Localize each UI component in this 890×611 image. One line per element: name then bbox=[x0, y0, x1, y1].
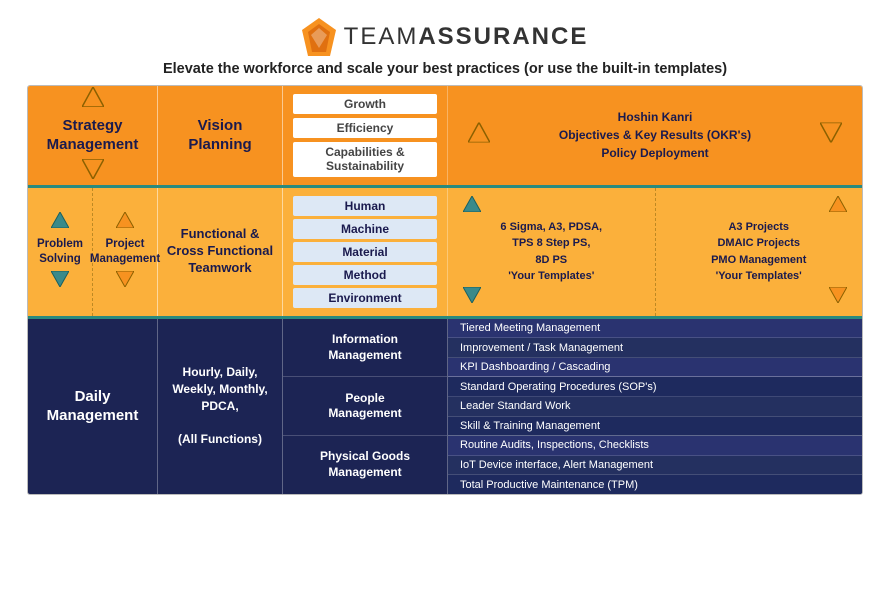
strategy-management-title: Strategy Management bbox=[47, 116, 139, 155]
5m-environment: Environment bbox=[293, 288, 437, 308]
people-management-label: People Management bbox=[328, 391, 401, 422]
5m-method: Method bbox=[293, 265, 437, 285]
5m-col: Human Machine Material Method Environmen… bbox=[283, 188, 448, 316]
physical-item-3: Total Productive Maintenance (TPM) bbox=[448, 475, 862, 494]
arrow-up-hoshin bbox=[468, 123, 490, 143]
5m-material: Material bbox=[293, 242, 437, 262]
daily-management-title: Daily Management bbox=[47, 387, 139, 426]
sections-col: Information Management People Management… bbox=[283, 319, 448, 494]
people-management-section: People Management bbox=[283, 377, 447, 436]
info-item-3: KPI Dashboarding / Cascading bbox=[448, 358, 862, 378]
cross-functional-title: Functional & Cross Functional Teamwork bbox=[167, 226, 273, 277]
arrow-up-a3 bbox=[829, 196, 847, 217]
logo-icon bbox=[302, 18, 336, 56]
arrow-up-pm bbox=[116, 212, 134, 233]
physical-item-2: IoT Device interface, Alert Management bbox=[448, 456, 862, 476]
vision-planning-cell: VisionPlanning bbox=[158, 86, 283, 185]
problem-solving-cell: Problem Solving bbox=[28, 188, 93, 316]
info-management-label: Information Management bbox=[328, 332, 401, 363]
mid-row: Problem Solving Project Management Funct… bbox=[28, 188, 862, 316]
arrow-down-pm bbox=[116, 271, 134, 292]
physical-item-1: Routine Audits, Inspections, Checklists bbox=[448, 436, 862, 456]
people-item-1: Standard Operating Procedures (SOP's) bbox=[448, 377, 862, 397]
tagline: Elevate the workforce and scale your bes… bbox=[15, 61, 875, 77]
arrow-down-strategy bbox=[82, 159, 104, 184]
daily-management-cell: Daily Management bbox=[28, 319, 158, 494]
arrow-down-ps bbox=[51, 271, 69, 292]
top-row: Strategy Management VisionPlanning Growt… bbox=[28, 86, 862, 185]
info-item-2: Improvement / Task Management bbox=[448, 338, 862, 358]
hourly-daily-cell: Hourly, Daily, Weekly, Monthly, PDCA, (A… bbox=[158, 319, 283, 494]
right-mid-row: 6 Sigma, A3, PDSA, TPS 8 Step PS, 8D PS … bbox=[448, 188, 862, 316]
project-management-cell: Project Management bbox=[93, 188, 158, 316]
main-diagram: Strategy Management VisionPlanning Growt… bbox=[27, 85, 863, 495]
6sigma-text: 6 Sigma, A3, PDSA, TPS 8 Step PS, 8D PS … bbox=[500, 219, 602, 285]
arrow-down-hoshin bbox=[820, 123, 842, 143]
capabilities-item: Capabilities &Sustainability bbox=[293, 142, 437, 177]
strategy-management-cell: Strategy Management bbox=[28, 86, 158, 185]
hoshin-kanri-text: Hoshin Kanri Objectives & Key Results (O… bbox=[559, 108, 751, 162]
arrow-up-ps bbox=[51, 212, 69, 233]
arrow-up-strategy bbox=[82, 87, 104, 112]
people-item-3: Skill & Training Management bbox=[448, 417, 862, 437]
efficiency-item: Efficiency bbox=[293, 118, 437, 138]
cross-functional-cell: Functional & Cross Functional Teamwork bbox=[158, 188, 283, 316]
bot-row: Daily Management Hourly, Daily, Weekly, … bbox=[28, 319, 862, 494]
info-item-1: Tiered Meeting Management bbox=[448, 319, 862, 339]
physical-goods-section: Physical Goods Management bbox=[283, 436, 447, 494]
growth-col: Growth Efficiency Capabilities &Sustaina… bbox=[283, 86, 448, 185]
problem-solving-title: Problem Solving bbox=[37, 237, 83, 267]
5m-human: Human bbox=[293, 196, 437, 216]
logo-area: TEAMASSURANCE bbox=[15, 18, 875, 56]
vision-planning-title: VisionPlanning bbox=[188, 116, 251, 155]
a3-projects-cell: A3 Projects DMAIC Projects PMO Managemen… bbox=[656, 188, 863, 316]
project-management-title: Project Management bbox=[90, 237, 160, 267]
people-item-2: Leader Standard Work bbox=[448, 397, 862, 417]
right-list-col: Tiered Meeting Management Improvement / … bbox=[448, 319, 862, 494]
info-management-section: Information Management bbox=[283, 319, 447, 378]
hoshin-kanri-cell: Hoshin Kanri Objectives & Key Results (O… bbox=[448, 86, 862, 185]
logo-text: TEAMASSURANCE bbox=[344, 23, 589, 51]
arrow-down-a3 bbox=[829, 287, 847, 308]
arrow-down-sigma bbox=[463, 287, 481, 308]
physical-goods-label: Physical Goods Management bbox=[320, 449, 410, 480]
header: TEAMASSURANCE Elevate the workforce and … bbox=[15, 10, 875, 85]
6sigma-cell: 6 Sigma, A3, PDSA, TPS 8 Step PS, 8D PS … bbox=[448, 188, 656, 316]
growth-item: Growth bbox=[293, 94, 437, 114]
5m-machine: Machine bbox=[293, 219, 437, 239]
arrow-up-sigma bbox=[463, 196, 481, 217]
hourly-daily-title: Hourly, Daily, Weekly, Monthly, PDCA, (A… bbox=[172, 364, 267, 448]
a3-projects-text: A3 Projects DMAIC Projects PMO Managemen… bbox=[711, 219, 806, 285]
